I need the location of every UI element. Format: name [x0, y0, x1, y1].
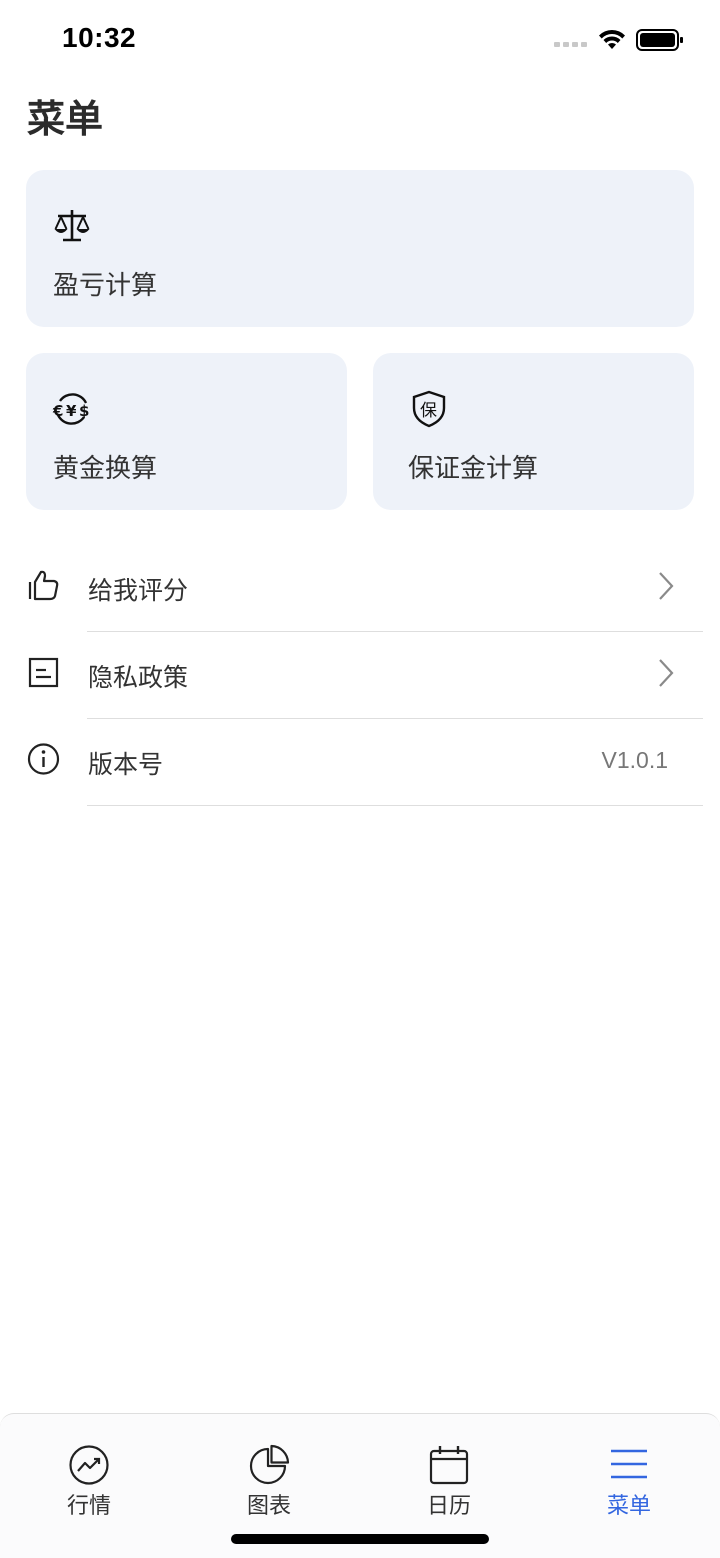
gold-convert-card[interactable]: € ¥ $ 黄金换算 [26, 353, 347, 510]
calendar-icon [429, 1446, 469, 1485]
chevron-right-icon [659, 572, 674, 600]
document-icon [28, 657, 59, 688]
tab-calendar-label: 日历 [426, 1493, 471, 1518]
shield-bao-icon: 保 [412, 390, 446, 428]
currency-exchange-icon: € ¥ $ [52, 393, 89, 425]
thumbs-up-icon [28, 570, 59, 601]
margin-label: 保证金计算 [408, 453, 539, 483]
profit-loss-card[interactable]: 盈亏计算 [26, 170, 694, 327]
version-row: 版本号 V1.0.1 [0, 719, 720, 806]
tab-market-label: 行情 [66, 1493, 111, 1518]
pie-chart-icon [249, 1444, 290, 1485]
home-indicator [231, 1534, 489, 1544]
info-icon [27, 743, 60, 775]
privacy-policy-label: 隐私政策 [88, 664, 189, 692]
status-time: 10:32 [62, 22, 137, 53]
rate-app-label: 给我评分 [88, 577, 189, 605]
hamburger-menu-icon [611, 1449, 647, 1479]
version-value: V1.0.1 [601, 747, 669, 773]
margin-card[interactable]: 保 保证金计算 [373, 353, 694, 510]
battery-icon [636, 29, 683, 51]
privacy-policy-row[interactable]: 隐私政策 [0, 632, 720, 719]
svg-text:$: $ [79, 402, 89, 420]
gold-convert-label: 黄金换算 [53, 453, 158, 483]
svg-text:€: € [52, 402, 63, 420]
status-bar: 10:32 [0, 0, 720, 80]
profit-loss-label: 盈亏计算 [53, 270, 158, 300]
tab-calendar[interactable]: 日历 [389, 1444, 509, 1524]
tab-menu-label: 菜单 [606, 1493, 651, 1518]
svg-text:¥: ¥ [66, 402, 77, 420]
page-title: 菜单 [27, 99, 104, 141]
tab-market[interactable]: 行情 [29, 1444, 149, 1524]
trend-circle-icon [69, 1445, 109, 1485]
svg-text:保: 保 [420, 401, 437, 421]
tab-chart[interactable]: 图表 [209, 1444, 329, 1524]
row-divider [87, 805, 703, 806]
cellular-signal-icon [554, 42, 587, 47]
tab-menu[interactable]: 菜单 [569, 1444, 689, 1524]
rate-app-row[interactable]: 给我评分 [0, 545, 720, 632]
version-label: 版本号 [88, 751, 164, 779]
wifi-icon [599, 29, 625, 49]
chevron-right-icon [659, 659, 674, 687]
scale-icon [54, 210, 90, 242]
tab-chart-label: 图表 [246, 1493, 291, 1518]
